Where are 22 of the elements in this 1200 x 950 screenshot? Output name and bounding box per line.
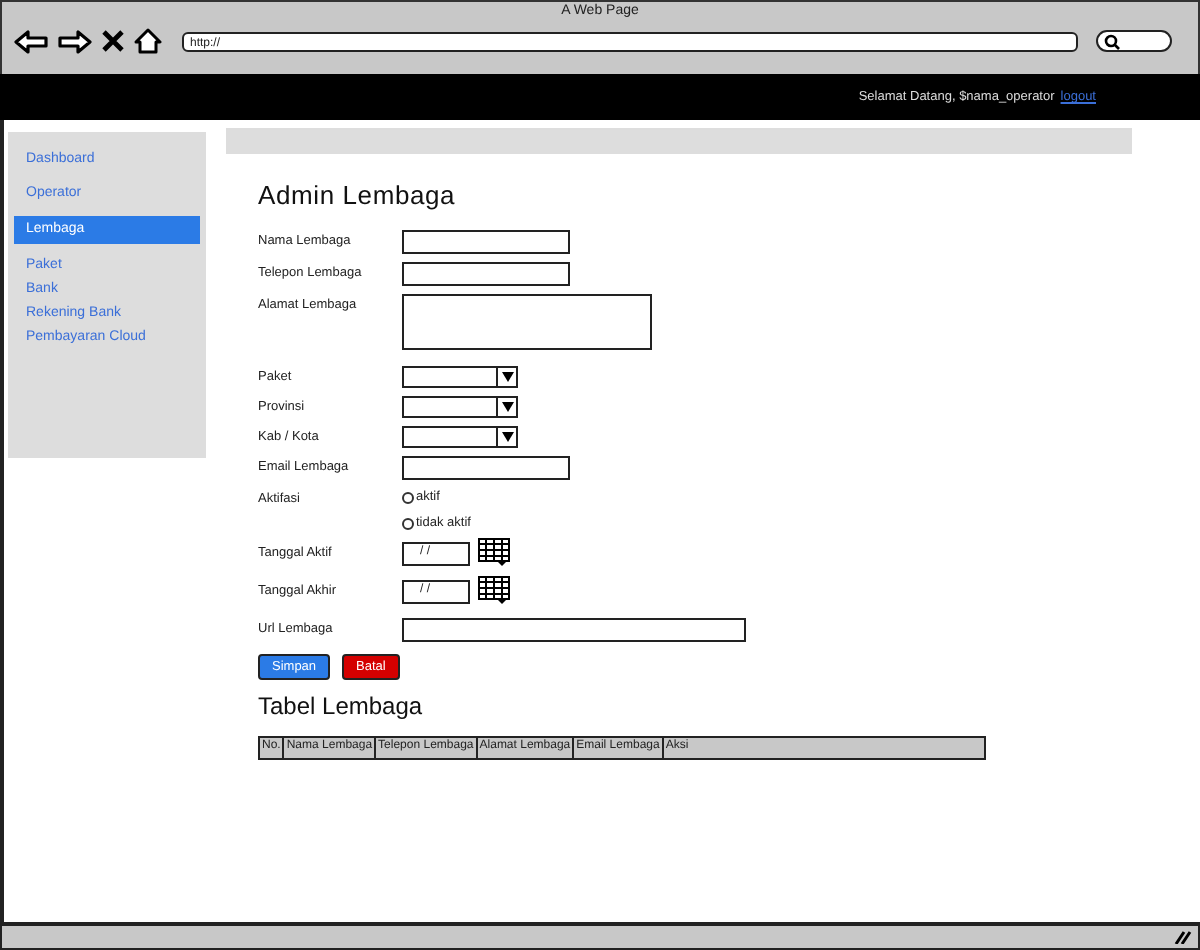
page-title: Admin Lembaga — [258, 180, 458, 210]
input-field[interactable] — [402, 456, 570, 480]
calendar-icon[interactable] — [478, 576, 510, 604]
forward-icon[interactable] — [58, 29, 92, 53]
input-field[interactable] — [402, 618, 746, 642]
calendar-icon[interactable] — [478, 538, 510, 566]
caret-icon — [501, 402, 513, 412]
close-icon[interactable] — [102, 30, 124, 52]
home-icon[interactable] — [134, 28, 162, 54]
caret-icon — [501, 432, 513, 442]
input-field[interactable] — [402, 230, 570, 254]
input-field[interactable] — [402, 262, 570, 286]
table-title: Tabel Lembaga — [258, 692, 425, 720]
dropdown[interactable] — [402, 366, 518, 388]
dropdown[interactable] — [402, 426, 518, 448]
resize-grip-icon — [1174, 930, 1192, 944]
caret-icon — [501, 372, 513, 382]
text-area[interactable] — [402, 294, 652, 350]
search-field[interactable] — [1096, 30, 1172, 52]
dropdown[interactable] — [402, 396, 518, 418]
search-icon — [1104, 33, 1120, 49]
back-icon[interactable] — [14, 29, 48, 53]
